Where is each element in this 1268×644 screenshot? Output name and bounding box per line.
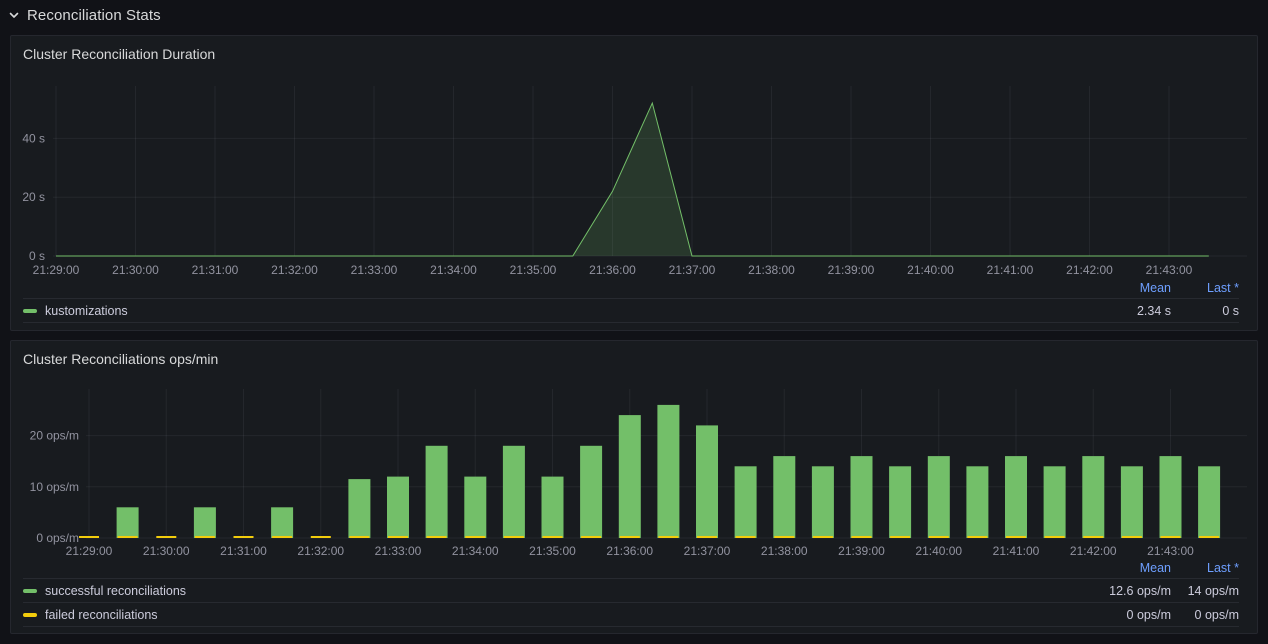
- legend-series-failed[interactable]: failed reconciliations: [23, 608, 1081, 622]
- legend-last-header[interactable]: Last *: [1171, 281, 1239, 295]
- series-last-value: 0 s: [1171, 304, 1239, 318]
- duration-area-chart[interactable]: 21:29:00 21:30:00 21:31:00 21:32:00 21:33:00…: [11, 36, 1257, 282]
- svg-text:21:29:00: 21:29:00: [33, 263, 80, 277]
- row-title: Reconciliation Stats: [27, 7, 161, 24]
- svg-text:21:36:00: 21:36:00: [589, 263, 636, 277]
- svg-text:21:41:00: 21:41:00: [987, 263, 1034, 277]
- legend-row: kustomizations 2.34 s 0 s: [23, 298, 1239, 322]
- svg-text:21:40:00: 21:40:00: [915, 544, 962, 558]
- legend-row: failed reconciliations 0 ops/m 0 ops/m: [23, 602, 1239, 626]
- svg-text:21:34:00: 21:34:00: [452, 544, 499, 558]
- svg-text:21:42:00: 21:42:00: [1066, 263, 1113, 277]
- svg-text:21:31:00: 21:31:00: [192, 263, 239, 277]
- legend-header: Mean Last *: [23, 558, 1239, 578]
- series-color-dash-icon: [23, 613, 37, 617]
- svg-text:21:37:00: 21:37:00: [684, 544, 731, 558]
- series-label: kustomizations: [45, 304, 128, 318]
- series-last-value: 14 ops/m: [1171, 584, 1239, 598]
- series-color-dash-icon: [23, 309, 37, 313]
- svg-text:21:36:00: 21:36:00: [606, 544, 653, 558]
- svg-text:40 s: 40 s: [22, 131, 45, 145]
- series-label: failed reconciliations: [45, 608, 158, 622]
- dashboard-row-header[interactable]: Reconciliation Stats: [8, 3, 161, 27]
- svg-text:21:40:00: 21:40:00: [907, 263, 954, 277]
- svg-text:20 s: 20 s: [22, 190, 45, 204]
- series-area-fill: [56, 103, 1209, 256]
- svg-text:21:41:00: 21:41:00: [993, 544, 1040, 558]
- svg-text:21:34:00: 21:34:00: [430, 263, 477, 277]
- series-last-value: 0 ops/m: [1171, 608, 1239, 622]
- panel-cluster-reconciliation-duration: Cluster Reconciliation Duration 21:29:00…: [10, 35, 1258, 331]
- successful-bars: [117, 405, 1221, 538]
- series-mean-value: 2.34 s: [1081, 304, 1171, 318]
- svg-text:21:30:00: 21:30:00: [112, 263, 159, 277]
- chevron-down-icon[interactable]: [8, 9, 20, 21]
- legend-series-successful[interactable]: successful reconciliations: [23, 584, 1081, 598]
- legend-row: successful reconciliations 12.6 ops/m 14…: [23, 578, 1239, 602]
- legend: Mean Last * kustomizations 2.34 s 0 s: [23, 278, 1239, 323]
- svg-text:21:39:00: 21:39:00: [828, 263, 875, 277]
- svg-text:21:38:00: 21:38:00: [761, 544, 808, 558]
- series-label: successful reconciliations: [45, 584, 186, 598]
- svg-text:0 ops/m: 0 ops/m: [36, 531, 79, 545]
- svg-text:21:33:00: 21:33:00: [351, 263, 398, 277]
- svg-text:21:30:00: 21:30:00: [143, 544, 190, 558]
- legend-series-kustomizations[interactable]: kustomizations: [23, 304, 1081, 318]
- legend-header: Mean Last *: [23, 278, 1239, 298]
- legend-last-header[interactable]: Last *: [1171, 561, 1239, 575]
- series-color-dash-icon: [23, 589, 37, 593]
- svg-text:21:35:00: 21:35:00: [510, 263, 557, 277]
- svg-text:21:32:00: 21:32:00: [271, 263, 318, 277]
- svg-text:21:31:00: 21:31:00: [220, 544, 267, 558]
- svg-text:21:42:00: 21:42:00: [1070, 544, 1117, 558]
- svg-text:20 ops/m: 20 ops/m: [30, 429, 79, 443]
- legend-mean-header[interactable]: Mean: [1081, 281, 1171, 295]
- svg-text:21:43:00: 21:43:00: [1147, 544, 1194, 558]
- svg-text:21:35:00: 21:35:00: [529, 544, 576, 558]
- svg-text:10 ops/m: 10 ops/m: [30, 480, 79, 494]
- svg-text:21:43:00: 21:43:00: [1146, 263, 1193, 277]
- panel-cluster-reconciliations-ops: Cluster Reconciliations ops/min 21:29:00…: [10, 340, 1258, 634]
- svg-text:21:32:00: 21:32:00: [297, 544, 344, 558]
- svg-text:21:29:00: 21:29:00: [66, 544, 113, 558]
- series-mean-value: 12.6 ops/m: [1081, 584, 1171, 598]
- svg-text:0 s: 0 s: [29, 249, 45, 263]
- svg-text:21:38:00: 21:38:00: [748, 263, 795, 277]
- series-mean-value: 0 ops/m: [1081, 608, 1171, 622]
- legend: Mean Last * successful reconciliations 1…: [23, 558, 1239, 627]
- ops-bar-chart[interactable]: 21:29:00 21:30:00 21:31:00 21:32:00 21:33:00…: [11, 341, 1257, 565]
- svg-text:21:33:00: 21:33:00: [375, 544, 422, 558]
- legend-mean-header[interactable]: Mean: [1081, 561, 1171, 575]
- svg-text:21:37:00: 21:37:00: [669, 263, 716, 277]
- svg-text:21:39:00: 21:39:00: [838, 544, 885, 558]
